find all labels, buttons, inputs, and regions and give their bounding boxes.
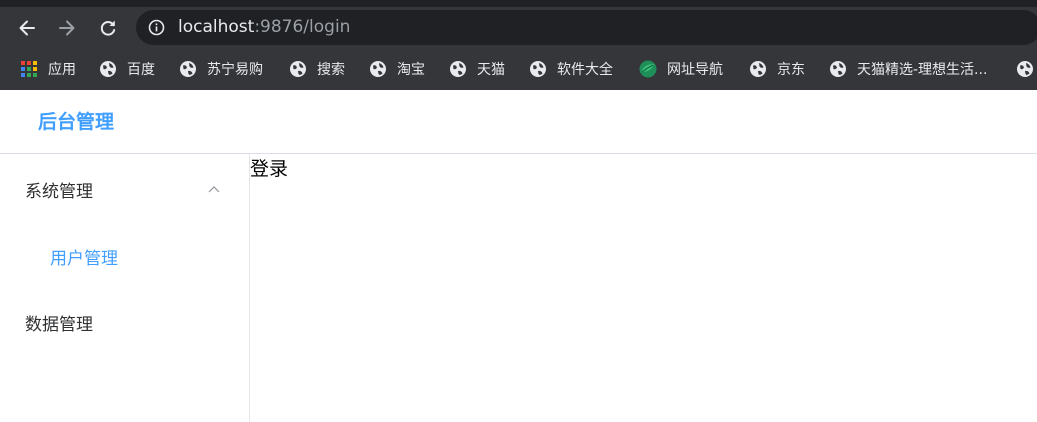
green-leaf-icon [639, 60, 657, 78]
bookmark-label: 苏宁易购 [207, 62, 263, 78]
bookmark-search[interactable]: 搜索 [289, 48, 345, 90]
browser-toolbar: localhost:9876/login [0, 7, 1037, 48]
arrow-left-icon [19, 20, 35, 36]
forward-button[interactable] [54, 16, 80, 40]
bookmark-taobao[interactable]: 淘宝 [369, 48, 425, 90]
apps-grid-icon [21, 61, 37, 77]
chevron-up-icon [208, 186, 220, 193]
globe-icon [530, 61, 546, 77]
info-icon[interactable] [148, 19, 165, 36]
back-button[interactable] [14, 16, 40, 40]
globe-icon [750, 61, 766, 77]
globe-icon [180, 61, 196, 77]
reload-button[interactable] [95, 16, 121, 40]
bookmark-tmall[interactable]: 天猫 [449, 48, 505, 90]
globe-icon [290, 61, 306, 77]
sidebar-menu: 系统管理 用户管理 数据管理 [0, 154, 250, 422]
bookmark-baidu[interactable]: 百度 [99, 48, 155, 90]
bookmark-label: 搜索 [317, 62, 345, 78]
url-host: localhost [178, 17, 255, 37]
bookmark-label: 软件大全 [557, 62, 613, 78]
menu-item-data-management[interactable]: 数据管理 [0, 294, 249, 350]
submenu-system-management[interactable]: 系统管理 [0, 161, 249, 217]
bookmark-label: 百度 [127, 62, 155, 78]
globe-icon [370, 61, 386, 77]
bookmark-label: 淘宝 [397, 62, 425, 78]
arrow-right-icon [59, 20, 75, 36]
bookmark-label: 应用 [48, 62, 76, 78]
bookmarks-bar: 应用 百度 苏宁易购 搜索 淘宝 天猫 软件大全 网址导航 京东 天猫精选-理想… [0, 48, 1037, 90]
submenu-label: 系统管理 [25, 181, 93, 202]
reload-icon [100, 20, 116, 36]
bookmark-label: 天猫精选-理想生活... [857, 62, 988, 78]
bookmark-label: 网址导航 [667, 62, 723, 78]
menu-item-label: 用户管理 [50, 248, 118, 269]
bookmark-jd[interactable]: 京东 [749, 48, 805, 90]
page-title: 登录 [250, 158, 289, 180]
main-content: 登录 [250, 154, 1037, 422]
url-path: :9876/login [254, 17, 351, 37]
bookmark-overflow[interactable] [1016, 48, 1037, 90]
app-title: 后台管理 [38, 111, 115, 133]
globe-icon [100, 61, 116, 77]
bookmark-nav[interactable]: 网址导航 [639, 48, 723, 90]
bookmark-tmall-select[interactable]: 天猫精选-理想生活... [829, 48, 987, 90]
menu-item-label: 数据管理 [25, 314, 93, 335]
globe-icon [1017, 61, 1033, 77]
browser-tab-strip [0, 0, 1037, 7]
menu-item-user-management[interactable]: 用户管理 [0, 228, 249, 284]
globe-icon [450, 61, 466, 77]
globe-icon [830, 61, 846, 77]
bookmark-label: 京东 [777, 62, 805, 78]
bookmark-label: 天猫 [477, 62, 505, 78]
url-text[interactable]: localhost:9876/login [178, 17, 350, 38]
app-header: 后台管理 [0, 90, 1037, 154]
bookmark-suning[interactable]: 苏宁易购 [179, 48, 263, 90]
bookmark-software[interactable]: 软件大全 [529, 48, 613, 90]
address-bar[interactable]: localhost:9876/login [136, 10, 1037, 45]
bookmark-apps[interactable]: 应用 [20, 48, 76, 90]
